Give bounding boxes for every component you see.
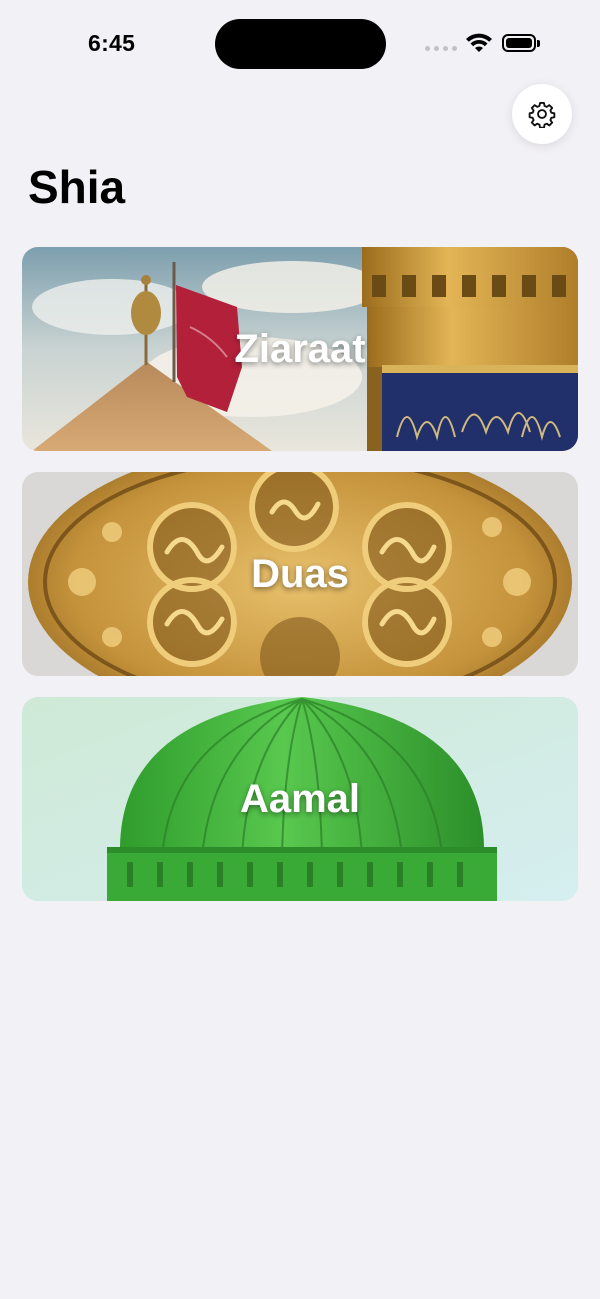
gear-icon [528, 101, 556, 128]
dynamic-island [215, 19, 386, 69]
wifi-icon [464, 32, 494, 59]
settings-button[interactable] [512, 84, 572, 144]
status-bar: 6:45 [0, 0, 600, 90]
page-title: Shia [28, 161, 126, 213]
cellular-signal-icon [425, 46, 457, 51]
battery-icon [502, 34, 540, 52]
status-time: 6:45 [88, 30, 136, 56]
aamal-card-label: Aamal [239, 776, 361, 821]
aamal-card[interactable]: Aamal [22, 697, 578, 901]
duas-card-label: Duas [251, 551, 349, 596]
ziaraat-card[interactable]: Ziaraat [22, 247, 578, 451]
ziaraat-card-label: Ziaraat [234, 326, 366, 371]
duas-card[interactable]: Duas [22, 472, 578, 676]
